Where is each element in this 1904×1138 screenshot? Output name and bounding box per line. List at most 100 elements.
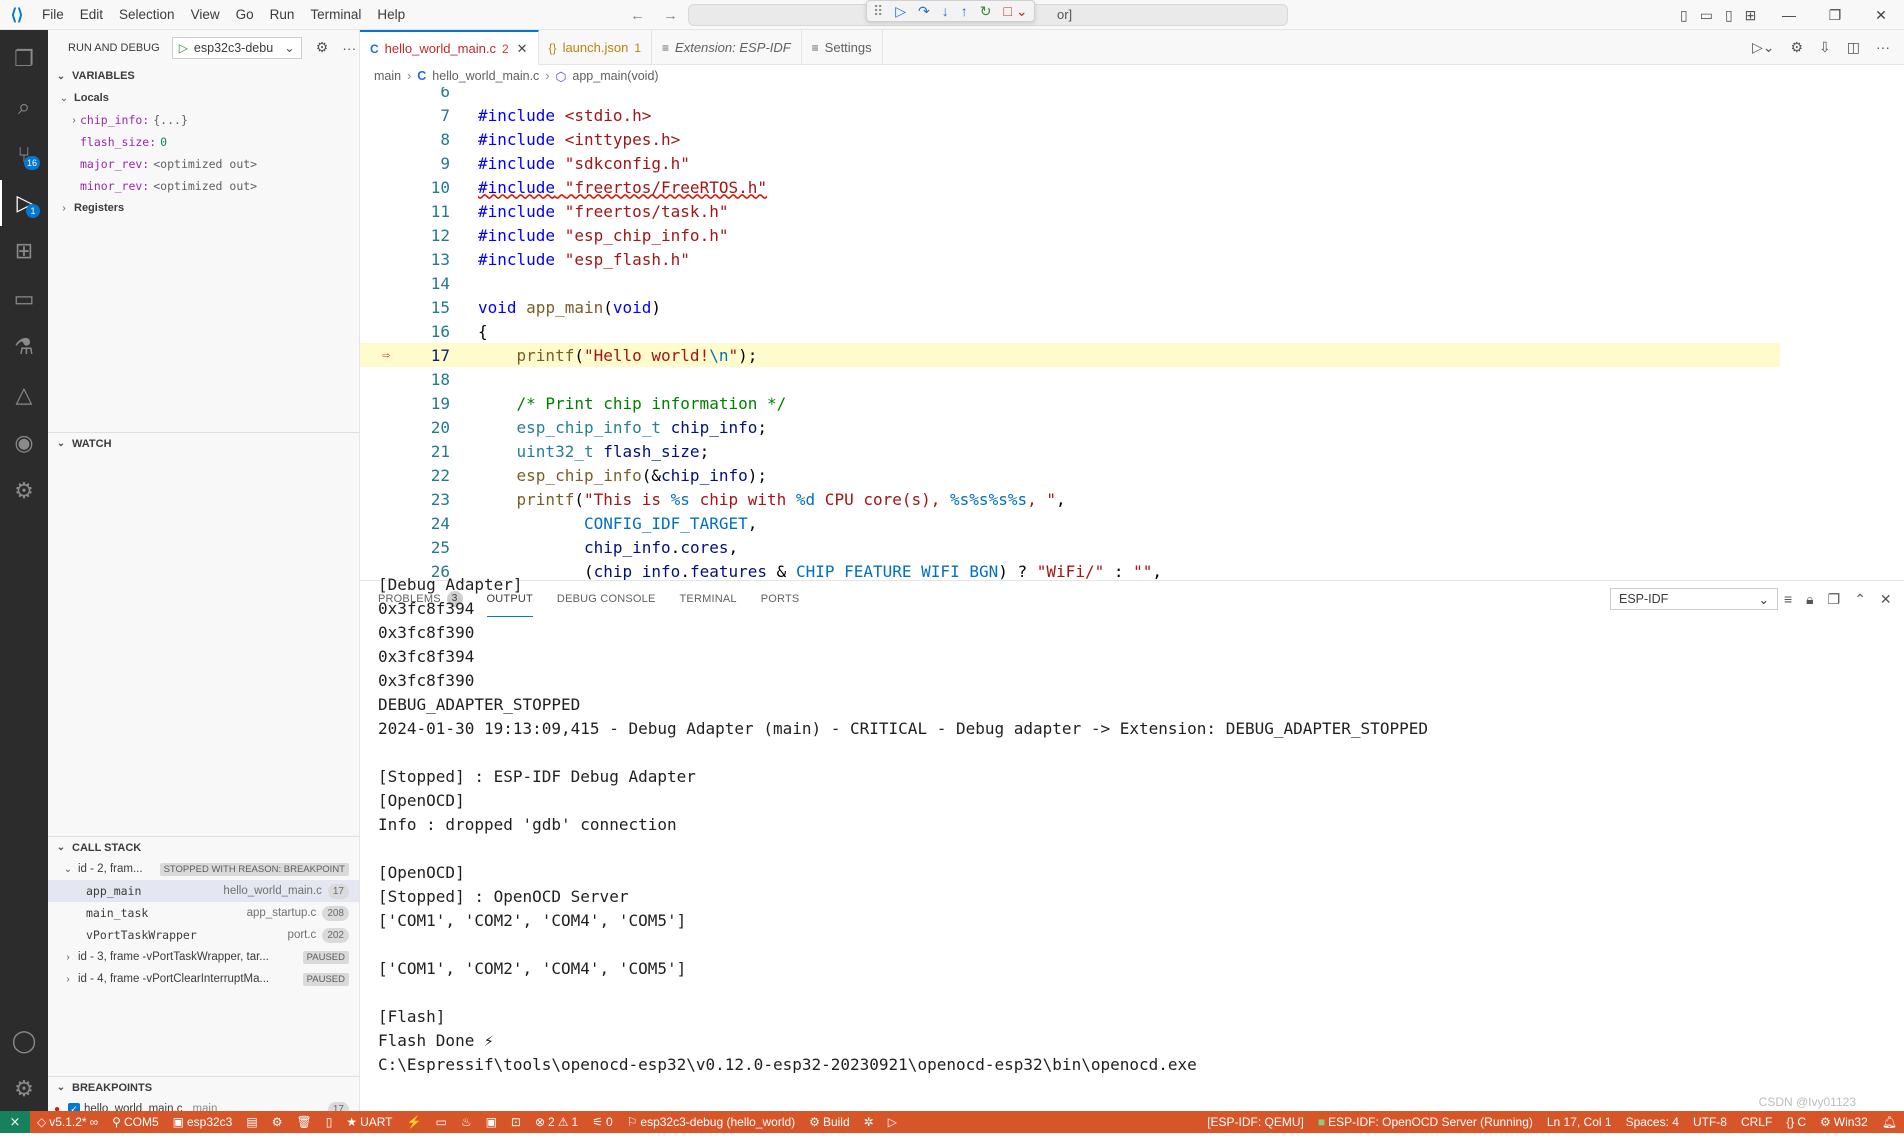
cmake-icon[interactable]: △ — [0, 372, 48, 418]
search-icon[interactable]: ⌕ — [0, 84, 48, 130]
tab-extension-esp-idf[interactable]: ≡ Extension: ESP-IDF — [652, 30, 802, 65]
locals-scope[interactable]: ⌄ Locals — [48, 87, 359, 109]
idf-version-item[interactable]: ◇ v5.1.2* ∞ — [30, 1115, 105, 1129]
menu-run[interactable]: Run — [262, 0, 303, 30]
stop-icon[interactable]: □ ⌄ — [1004, 3, 1028, 20]
account-icon[interactable]: ◯ — [0, 1018, 48, 1064]
build-flash-monitor-icon[interactable]: ⊡ — [504, 1115, 528, 1129]
clean-icon[interactable]: ▯ — [319, 1115, 340, 1129]
breadcrumb-file[interactable]: hello_world_main.c — [432, 69, 539, 83]
fire-icon[interactable]: ♨ — [454, 1115, 479, 1129]
indentation[interactable]: Spaces: 4 — [1619, 1115, 1686, 1129]
remote-indicator-icon[interactable]: ⨯ — [0, 1111, 30, 1133]
breadcrumb-folder[interactable]: main — [374, 69, 401, 83]
monitor-icon[interactable]: ▭ — [428, 1115, 453, 1129]
openocd-item[interactable]: ■ ESP-IDF: OpenOCD Server (Running) — [1311, 1115, 1540, 1129]
encoding[interactable]: UTF-8 — [1686, 1115, 1734, 1129]
breakpoint-current-icon[interactable]: ⇨ — [360, 348, 412, 363]
call-stack-section-header[interactable]: ⌄ CALL STACK — [48, 836, 359, 858]
ports-item[interactable]: ⚟ 0 — [585, 1115, 619, 1129]
toggle-panel-icon[interactable]: ▭ — [1700, 7, 1713, 24]
terminal-icon[interactable]: ▣ — [479, 1115, 504, 1129]
breadcrumb-symbol[interactable]: app_main(void) — [572, 69, 658, 83]
cursor-position[interactable]: Ln 17, Col 1 — [1540, 1115, 1619, 1129]
port-item[interactable]: ⚲ COM5 — [105, 1115, 165, 1129]
platform-item[interactable]: ⚙ Win32 — [1813, 1115, 1875, 1129]
run-debug-icon[interactable]: ▷ 1 — [0, 180, 48, 226]
code-editor[interactable]: 6 7 #include <stdio.h> 8 #include <inttype… — [360, 87, 1904, 580]
variable-row[interactable]: minor_rev: <optimized out> — [48, 175, 359, 197]
registers-scope[interactable]: › Registers — [48, 197, 359, 219]
step-out-icon[interactable]: ↑ — [961, 3, 968, 19]
close-panel-icon[interactable]: ✕ — [1880, 591, 1892, 608]
debug-config-item[interactable]: ⚐ esp32c3-debug (hello_world) — [620, 1115, 803, 1129]
build-item[interactable]: ⚙ Build — [802, 1115, 856, 1129]
target-item[interactable]: ▣ esp32c3 — [166, 1115, 240, 1129]
device-manager-icon[interactable]: ⚙ — [0, 468, 48, 514]
gear-icon[interactable]: ⚙ — [1790, 39, 1803, 56]
back-arrow-icon[interactable]: ← — [630, 7, 645, 24]
more-actions-icon[interactable]: ··· — [342, 40, 356, 56]
gear-icon[interactable]: ⚙ — [265, 1115, 290, 1129]
problems-item[interactable]: ⊗ 2 ⚠ 1 — [528, 1115, 585, 1129]
thread-row[interactable]: › id - 3, frame -vPortTaskWrapper, tar..… — [48, 946, 359, 968]
variable-row[interactable]: flash_size: 0 — [48, 131, 359, 153]
stack-frame-row[interactable]: app_main hello_world_main.c 17 — [48, 880, 359, 902]
end-of-line[interactable]: CRLF — [1734, 1115, 1779, 1129]
flash-method-item[interactable]: ★ UART — [339, 1115, 399, 1129]
qemu-item[interactable]: [ESP-IDF: QEMU] — [1200, 1115, 1311, 1129]
customize-layout-icon[interactable]: ⊞ — [1745, 7, 1757, 24]
minimize-icon[interactable]: — — [1766, 0, 1812, 30]
tab-launch-json[interactable]: {} launch.json 1 — [539, 30, 653, 65]
toggle-secondary-sidebar-icon[interactable]: ▯ — [1725, 7, 1733, 24]
breakpoints-section-header[interactable]: ⌄ BREAKPOINTS — [48, 1076, 359, 1098]
run-icon[interactable]: ▷ — [881, 1115, 904, 1129]
menu-go[interactable]: Go — [228, 0, 262, 30]
notifications-icon[interactable]: 🔔︎ — [1875, 1115, 1904, 1129]
open-launch-json-icon[interactable]: ⚙ — [316, 39, 329, 56]
flash-icon[interactable]: ⇩ — [1819, 39, 1831, 56]
menu-terminal[interactable]: Terminal — [302, 0, 369, 30]
close-icon[interactable]: ✕ — [517, 41, 528, 57]
drag-handle-icon[interactable]: ⠿ — [873, 3, 883, 20]
variables-section-header[interactable]: ⌄ VARIABLES — [48, 65, 359, 87]
split-editor-icon[interactable]: ◫ — [1847, 39, 1860, 56]
watch-section-header[interactable]: ⌄ WATCH — [48, 432, 359, 454]
menu-edit[interactable]: Edit — [72, 0, 111, 30]
flash-icon[interactable]: ⚡ — [400, 1115, 429, 1129]
trash-icon[interactable]: 🗑︎ — [289, 1115, 318, 1129]
output-view[interactable]: [Debug Adapter] 0x3fc8f394 0x3fc8f390 0x3fc… — [378, 573, 1878, 1073]
menu-help[interactable]: Help — [369, 0, 413, 30]
continue-icon[interactable]: ▷ — [895, 3, 906, 20]
manage-gear-icon[interactable]: ⚙ — [0, 1066, 48, 1112]
stack-frame-row[interactable]: main_task app_startup.c 208 — [48, 902, 359, 924]
menu-view[interactable]: View — [183, 0, 228, 30]
testing-icon[interactable]: ⚗ — [0, 324, 48, 370]
language-mode[interactable]: {} C — [1779, 1115, 1813, 1129]
forward-arrow-icon[interactable]: → — [663, 7, 678, 24]
debug-bug-icon[interactable]: ✲ — [857, 1115, 881, 1129]
menu-selection[interactable]: Selection — [111, 0, 183, 30]
extensions-icon[interactable]: ⊞ — [0, 228, 48, 274]
restore-icon[interactable]: ❐ — [1812, 0, 1858, 30]
remote-explorer-icon[interactable]: ▭ — [0, 276, 48, 322]
thread-row[interactable]: › id - 4, frame -vPortClearInterruptMa..… — [48, 968, 359, 990]
variable-row[interactable]: major_rev: <optimized out> — [48, 153, 359, 175]
espressif-icon[interactable]: ◉ — [0, 420, 48, 466]
more-actions-icon[interactable]: ··· — [1876, 39, 1890, 55]
menu-file[interactable]: File — [34, 0, 72, 30]
thread-row[interactable]: ⌄ id - 2, fram... STOPPED WITH REASON: B… — [48, 858, 359, 880]
debug-config-select[interactable]: ▷ esp32c3-debu ⌄ — [171, 36, 302, 59]
restart-icon[interactable]: ↻ — [980, 3, 992, 20]
source-control-icon[interactable]: ⑂ 16 — [0, 132, 48, 178]
run-debug-action-icon[interactable]: ▷⌄ — [1752, 39, 1775, 56]
tab-hello-world-main[interactable]: C hello_world_main.c 2 ✕ — [360, 30, 539, 65]
start-debug-icon[interactable]: ▷ — [179, 41, 188, 55]
toggle-sidebar-icon[interactable]: ▯ — [1680, 7, 1688, 24]
variable-row[interactable]: › chip_info: {...} — [48, 109, 359, 131]
close-window-icon[interactable]: ✕ — [1858, 0, 1904, 30]
stack-frame-row[interactable]: vPortTaskWrapper port.c 202 — [48, 924, 359, 946]
explorer-icon[interactable]: ❐ — [0, 36, 48, 82]
sdkconfig-icon[interactable]: ▤ — [239, 1115, 264, 1129]
step-into-icon[interactable]: ↓ — [942, 3, 949, 19]
